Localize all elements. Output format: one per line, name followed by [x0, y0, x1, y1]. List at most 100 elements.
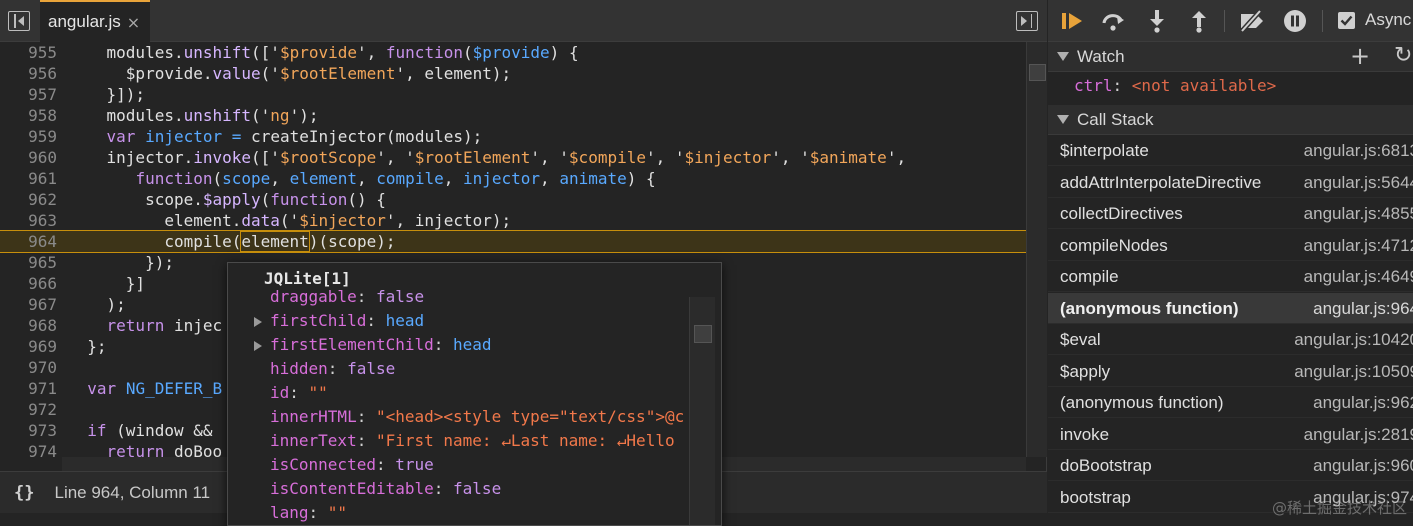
popover-scrollbar[interactable] [689, 297, 715, 525]
line-number[interactable]: 965 [0, 252, 57, 273]
line-source: scope.$apply(function() { [68, 189, 386, 210]
current-execution-line[interactable]: 964 compile(element)(scope); [0, 230, 1026, 253]
call-frame[interactable]: $apply angular.js:10509 [1048, 356, 1413, 387]
property-key: draggable [270, 287, 357, 306]
code-token: , [270, 169, 290, 188]
call-frame[interactable]: invoke angular.js:2819 [1048, 419, 1413, 450]
call-frame[interactable]: compile angular.js:4649 [1048, 261, 1413, 292]
frame-location[interactable]: angular.js:4712 [1304, 230, 1413, 260]
call-frame[interactable]: $eval angular.js:10420 [1048, 324, 1413, 355]
code-token: ); [68, 295, 126, 314]
line-number[interactable]: 972 [0, 399, 57, 420]
code-line[interactable]: 963 element.data('$injector', injector); [0, 210, 1026, 231]
add-watch-button[interactable]: + [1350, 42, 1370, 70]
editor-vertical-scrollbar[interactable] [1026, 42, 1047, 457]
line-number[interactable]: 964 [0, 231, 57, 252]
frame-location[interactable]: angular.js:6813 [1304, 135, 1413, 165]
async-checkbox[interactable] [1338, 12, 1355, 29]
line-number[interactable]: 956 [0, 63, 57, 84]
line-source: element.data('$injector', injector); [68, 210, 511, 231]
line-number[interactable]: 966 [0, 273, 57, 294]
tab-close-icon[interactable]: × [127, 13, 140, 32]
watch-expression[interactable]: ctrl: <not available> [1048, 72, 1413, 102]
code-line[interactable]: 960 injector.invoke(['$rootScope', '$roo… [0, 147, 1026, 168]
scrollbar-thumb[interactable] [1029, 64, 1046, 81]
call-frame[interactable]: compileNodes angular.js:4712 [1048, 230, 1413, 261]
line-number[interactable]: 960 [0, 147, 57, 168]
code-token: compile [376, 169, 444, 188]
line-number[interactable]: 968 [0, 315, 57, 336]
frame-location[interactable]: angular.js:5644 [1304, 167, 1413, 197]
property-row: lang: "" [234, 501, 688, 525]
deactivate-breakpoints-icon[interactable] [1236, 8, 1268, 34]
frame-location[interactable]: angular.js:4855 [1304, 198, 1413, 228]
refresh-watch-button[interactable]: ↻ [1394, 42, 1412, 70]
call-frame[interactable]: $interpolate angular.js:6813 [1048, 135, 1413, 166]
code-token: }); [68, 253, 174, 272]
line-number[interactable]: 958 [0, 105, 57, 126]
frame-location[interactable]: angular.js:960 [1313, 450, 1413, 480]
popover-scrollbar-thumb[interactable] [694, 325, 712, 343]
step-into-icon[interactable] [1144, 8, 1170, 34]
call-stack-pane-header[interactable]: Call Stack [1048, 105, 1413, 135]
watch-pane-header[interactable]: Watch + ↻ [1048, 42, 1413, 72]
toggle-navigator-icon[interactable] [8, 11, 30, 31]
line-number[interactable]: 969 [0, 336, 57, 357]
code-token: ( [212, 169, 223, 188]
code-token: }]); [68, 85, 146, 104]
line-number[interactable]: 973 [0, 420, 57, 441]
property-row[interactable]: firstChild: head [234, 309, 688, 333]
frame-location[interactable]: angular.js:10420 [1294, 324, 1413, 354]
expand-triangle-icon[interactable] [254, 341, 262, 351]
line-number[interactable]: 970 [0, 357, 57, 378]
code-line[interactable]: 959 var injector = createInjector(module… [0, 126, 1026, 147]
step-over-icon[interactable] [1100, 8, 1126, 34]
frame-location[interactable]: angular.js:964 [1313, 293, 1413, 323]
line-number[interactable]: 974 [0, 441, 57, 457]
step-out-icon[interactable] [1186, 8, 1212, 34]
line-source: var injector = createInjector(modules); [68, 126, 483, 147]
code-token: modules. [68, 106, 184, 125]
line-source: return injec [68, 315, 223, 336]
object-preview-popover[interactable]: JQLite[1] draggable: false firstChild: he… [227, 262, 722, 526]
toggle-debugger-sidebar-icon[interactable] [1016, 11, 1038, 31]
code-token: ', [886, 148, 907, 167]
code-line[interactable]: 961 function(scope, element, compile, in… [0, 168, 1026, 189]
code-token: ', element); [395, 64, 512, 83]
line-number[interactable]: 957 [0, 84, 57, 105]
line-number[interactable]: 963 [0, 210, 57, 231]
call-frame[interactable]: (anonymous function) angular.js:962 [1048, 387, 1413, 418]
expand-triangle-icon[interactable] [254, 317, 262, 327]
call-frame-selected[interactable]: (anonymous function) angular.js:964 [1048, 292, 1413, 324]
code-line[interactable]: 957 }]); [0, 84, 1026, 105]
frame-name: compile [1060, 267, 1119, 286]
debugger-sidebar: Async Watch + ↻ ctrl: <not available> Ca… [1048, 0, 1413, 526]
code-token: function [270, 190, 348, 209]
call-frame[interactable]: addAttrInterpolateDirective angular.js:56… [1048, 167, 1413, 198]
frame-location[interactable]: angular.js:4649 [1304, 261, 1413, 291]
resume-icon[interactable] [1060, 8, 1086, 34]
line-number[interactable]: 959 [0, 126, 57, 147]
call-frame[interactable]: doBootstrap angular.js:960 [1048, 450, 1413, 481]
code-line[interactable]: 962 scope.$apply(function() { [0, 189, 1026, 210]
frame-location[interactable]: angular.js:2819 [1304, 419, 1413, 449]
tab-angular-js[interactable]: angular.js × [40, 0, 150, 42]
toolbar-divider [1224, 10, 1225, 32]
property-row[interactable]: firstElementChild: head [234, 333, 688, 357]
frame-location[interactable]: angular.js:962 [1313, 387, 1413, 417]
pretty-print-button[interactable]: {} [14, 483, 34, 503]
line-number[interactable]: 961 [0, 168, 57, 189]
line-number[interactable]: 971 [0, 378, 57, 399]
popover-properties: draggable: false firstChild: head firstEle… [234, 287, 688, 525]
frame-location[interactable]: angular.js:10509 [1294, 356, 1413, 386]
code-line[interactable]: 956 $provide.value('$rootElement', eleme… [0, 63, 1026, 84]
line-number[interactable]: 955 [0, 42, 57, 63]
call-frame[interactable]: collectDirectives angular.js:4855 [1048, 198, 1413, 229]
pause-on-exceptions-icon[interactable] [1282, 8, 1308, 34]
code-token: $apply [202, 190, 261, 209]
line-number[interactable]: 967 [0, 294, 57, 315]
frame-name: (anonymous function) [1060, 393, 1224, 412]
code-line[interactable]: 955 modules.unshift(['$provide', functio… [0, 42, 1026, 63]
code-line[interactable]: 958 modules.unshift('ng'); [0, 105, 1026, 126]
line-number[interactable]: 962 [0, 189, 57, 210]
